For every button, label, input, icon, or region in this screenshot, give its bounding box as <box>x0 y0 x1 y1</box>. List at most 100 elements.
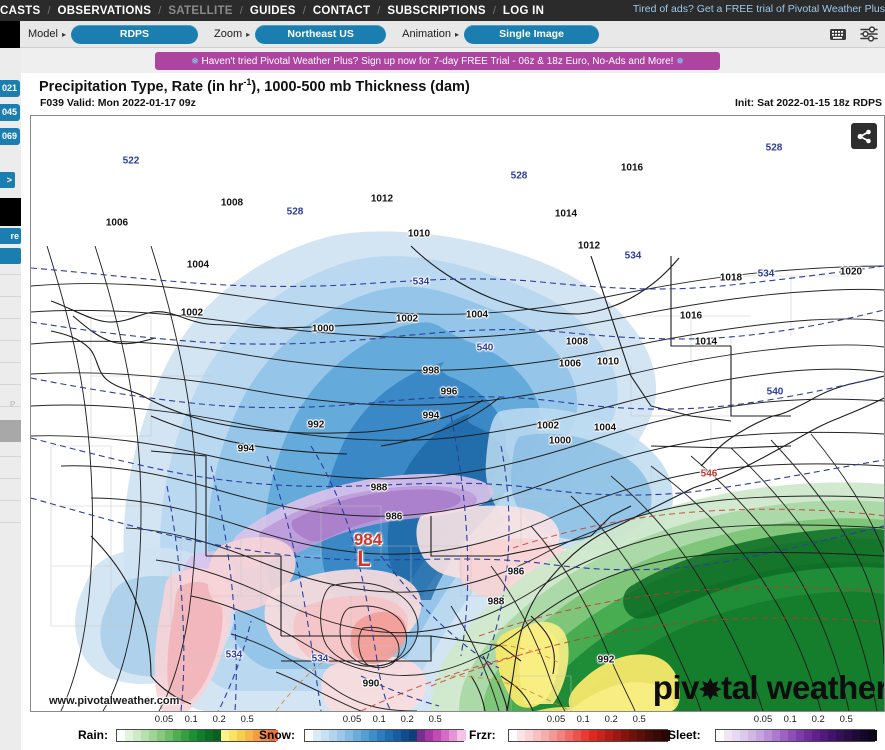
toolbar-icon-group <box>829 25 878 43</box>
isobar-label: 998 <box>422 365 440 377</box>
forecast-hour-sidebar: 021 045 069 > re P <box>0 48 21 750</box>
isobar-label: 986 <box>507 566 525 578</box>
isobar-label: 1006 <box>105 217 129 229</box>
legend-tick: 0.05 <box>342 714 362 725</box>
thickness-label: 534 <box>311 653 329 665</box>
page-title: Precipitation Type, Rate (in hr-1), 1000… <box>39 77 470 95</box>
legend-colorbar <box>508 729 670 742</box>
legend-tick: 0.05 <box>546 714 566 725</box>
snowflake-icon-left: ❅ <box>191 56 199 66</box>
nav-separator: / <box>377 4 381 17</box>
legend-label-rain: Rain: <box>78 728 108 742</box>
nav-link-casts[interactable]: CASTS <box>0 5 40 17</box>
isobar-label: 1012 <box>577 240 601 252</box>
sidebar-partial-button-2[interactable] <box>0 248 21 264</box>
isobar-label: 988 <box>370 482 388 494</box>
isobar-label: 1004 <box>186 259 210 271</box>
nav-link-observations[interactable]: OBSERVATIONS <box>58 5 152 17</box>
legend-tick: 0.5 <box>632 714 646 725</box>
thickness-label: 534 <box>757 268 775 280</box>
legend-tick: 0.2 <box>604 714 618 725</box>
model-caret-icon: ▸ <box>61 29 66 39</box>
legend-tick: 0.1 <box>184 714 198 725</box>
sidebar-partial-button[interactable]: re <box>0 228 21 244</box>
share-icon[interactable] <box>851 123 877 149</box>
brand-post: tal weather <box>721 669 885 706</box>
thickness-label: 528 <box>286 206 304 218</box>
legend-tick: 0.1 <box>576 714 590 725</box>
weather-map[interactable]: 1008 1006 1012 1016 1014 1012 1004 1010 1020 1018… <box>30 115 885 712</box>
legend-label-snow: Snow: <box>259 728 295 742</box>
isobar-label: 994 <box>422 410 440 422</box>
legend-tick: 0.1 <box>372 714 386 725</box>
legend-tick: 0.5 <box>428 714 442 725</box>
sliders-icon[interactable] <box>860 25 878 43</box>
legend-colorbar <box>304 729 466 742</box>
thickness-label: 528 <box>765 142 783 154</box>
isobar-label: 1016 <box>620 162 644 174</box>
isobar-label: 988 <box>487 596 505 608</box>
isobar-label: 986 <box>385 511 403 523</box>
isobar-label: 1014 <box>694 336 718 348</box>
isobar-label: 994 <box>237 443 255 455</box>
sidebar-hour-021[interactable]: 021 <box>0 80 20 97</box>
legend-scale-sleet: Sleet: 0.05 0.1 0.2 0.5 <box>668 712 877 750</box>
title-post: ), 1000-500 mb Thickness (dam) <box>251 78 470 95</box>
plus-promo-banner[interactable]: ❅ Haven't tried Pivotal Weather Plus? Si… <box>155 52 720 70</box>
nav-separator: / <box>239 4 243 17</box>
sidebar-next-button[interactable]: > <box>0 172 15 188</box>
model-control: Model ▸ RDPS <box>28 24 198 44</box>
watermark-brand: piv✸tal weather <box>653 669 885 707</box>
nav-link-guides[interactable]: GUIDES <box>250 5 296 17</box>
animation-caret-icon: ▸ <box>455 29 460 39</box>
sidebar-scroll-thumb[interactable] <box>0 420 21 442</box>
animation-label: Animation <box>402 28 452 40</box>
thickness-label: 522 <box>122 155 140 167</box>
thickness-label: 528 <box>510 170 528 182</box>
nav-promo-link[interactable]: Tired of ads? Get a FREE trial of Pivota… <box>633 3 885 15</box>
thickness-label: 540 <box>476 342 494 354</box>
sidebar-hour-045[interactable]: 045 <box>0 104 20 121</box>
thickness-label: 534 <box>624 250 642 262</box>
legend-scale-frzr: Frzr: 0.05 0.1 0.2 0.5 <box>469 712 670 750</box>
isobar-label: 1014 <box>554 208 578 220</box>
nav-separator: / <box>302 4 306 17</box>
legend-label-sleet: Sleet: <box>668 728 701 742</box>
title-pre: Precipitation Type, Rate (in hr <box>39 78 244 95</box>
toolbar-left-stub <box>0 21 20 48</box>
nav-link-subscriptions[interactable]: SUBSCRIPTIONS <box>387 5 485 17</box>
thickness-label: 534 <box>225 649 243 661</box>
nav-link-satellite[interactable]: SATELLITE <box>168 5 232 17</box>
animation-select-button[interactable]: Single Image <box>464 24 600 44</box>
isobar-label: 1010 <box>407 228 431 240</box>
zoom-select-button[interactable]: Northeast US <box>255 24 387 44</box>
nav-link-log-in[interactable]: LOG IN <box>503 5 544 17</box>
isobar-label: 992 <box>597 654 615 666</box>
zoom-label: Zoom <box>213 28 243 40</box>
legend-tick: 0.05 <box>753 714 773 725</box>
isobar-label: 1002 <box>536 420 560 432</box>
isobar-label: 996 <box>440 386 458 398</box>
low-pressure-symbol: L <box>357 546 371 571</box>
sidebar-hour-069[interactable]: 069 <box>0 128 20 145</box>
snowflake-icon-right: ❅ <box>676 56 684 66</box>
isobar-label: 1002 <box>180 307 204 319</box>
precipitation-legend: Rain: 0.05 0.1 0.2 0.5 Snow: 0.05 0.1 0.2 0.5 Frzr… <box>21 712 885 750</box>
legend-scale-snow: Snow: 0.05 0.1 0.2 0.5 <box>259 712 466 750</box>
sidebar-black-block <box>0 198 21 226</box>
isobar-label: 1004 <box>465 309 489 321</box>
nav-link-contact[interactable]: CONTACT <box>313 5 370 17</box>
isobar-label: 992 <box>307 419 325 431</box>
legend-label-frzr: Frzr: <box>469 728 496 742</box>
watermark-url: www.pivotalweather.com <box>49 695 180 707</box>
model-toolbar: Model ▸ RDPS Zoom ▸ Northeast US Animati… <box>0 21 885 48</box>
sidebar-p-marker: P <box>10 400 16 409</box>
nav-links: CASTS / OBSERVATIONS / SATELLITE / GUIDES / CONT… <box>0 5 544 17</box>
keyboard-icon[interactable] <box>829 25 847 43</box>
isobar-label: 1020 <box>839 266 863 278</box>
valid-time-label: F039 Valid: Mon 2022-01-17 09z <box>40 97 196 109</box>
zoom-control: Zoom ▸ Northeast US <box>213 24 387 44</box>
legend-tick: 0.05 <box>154 714 174 725</box>
isobar-label: 1012 <box>370 193 394 205</box>
model-select-button[interactable]: RDPS <box>70 24 198 44</box>
